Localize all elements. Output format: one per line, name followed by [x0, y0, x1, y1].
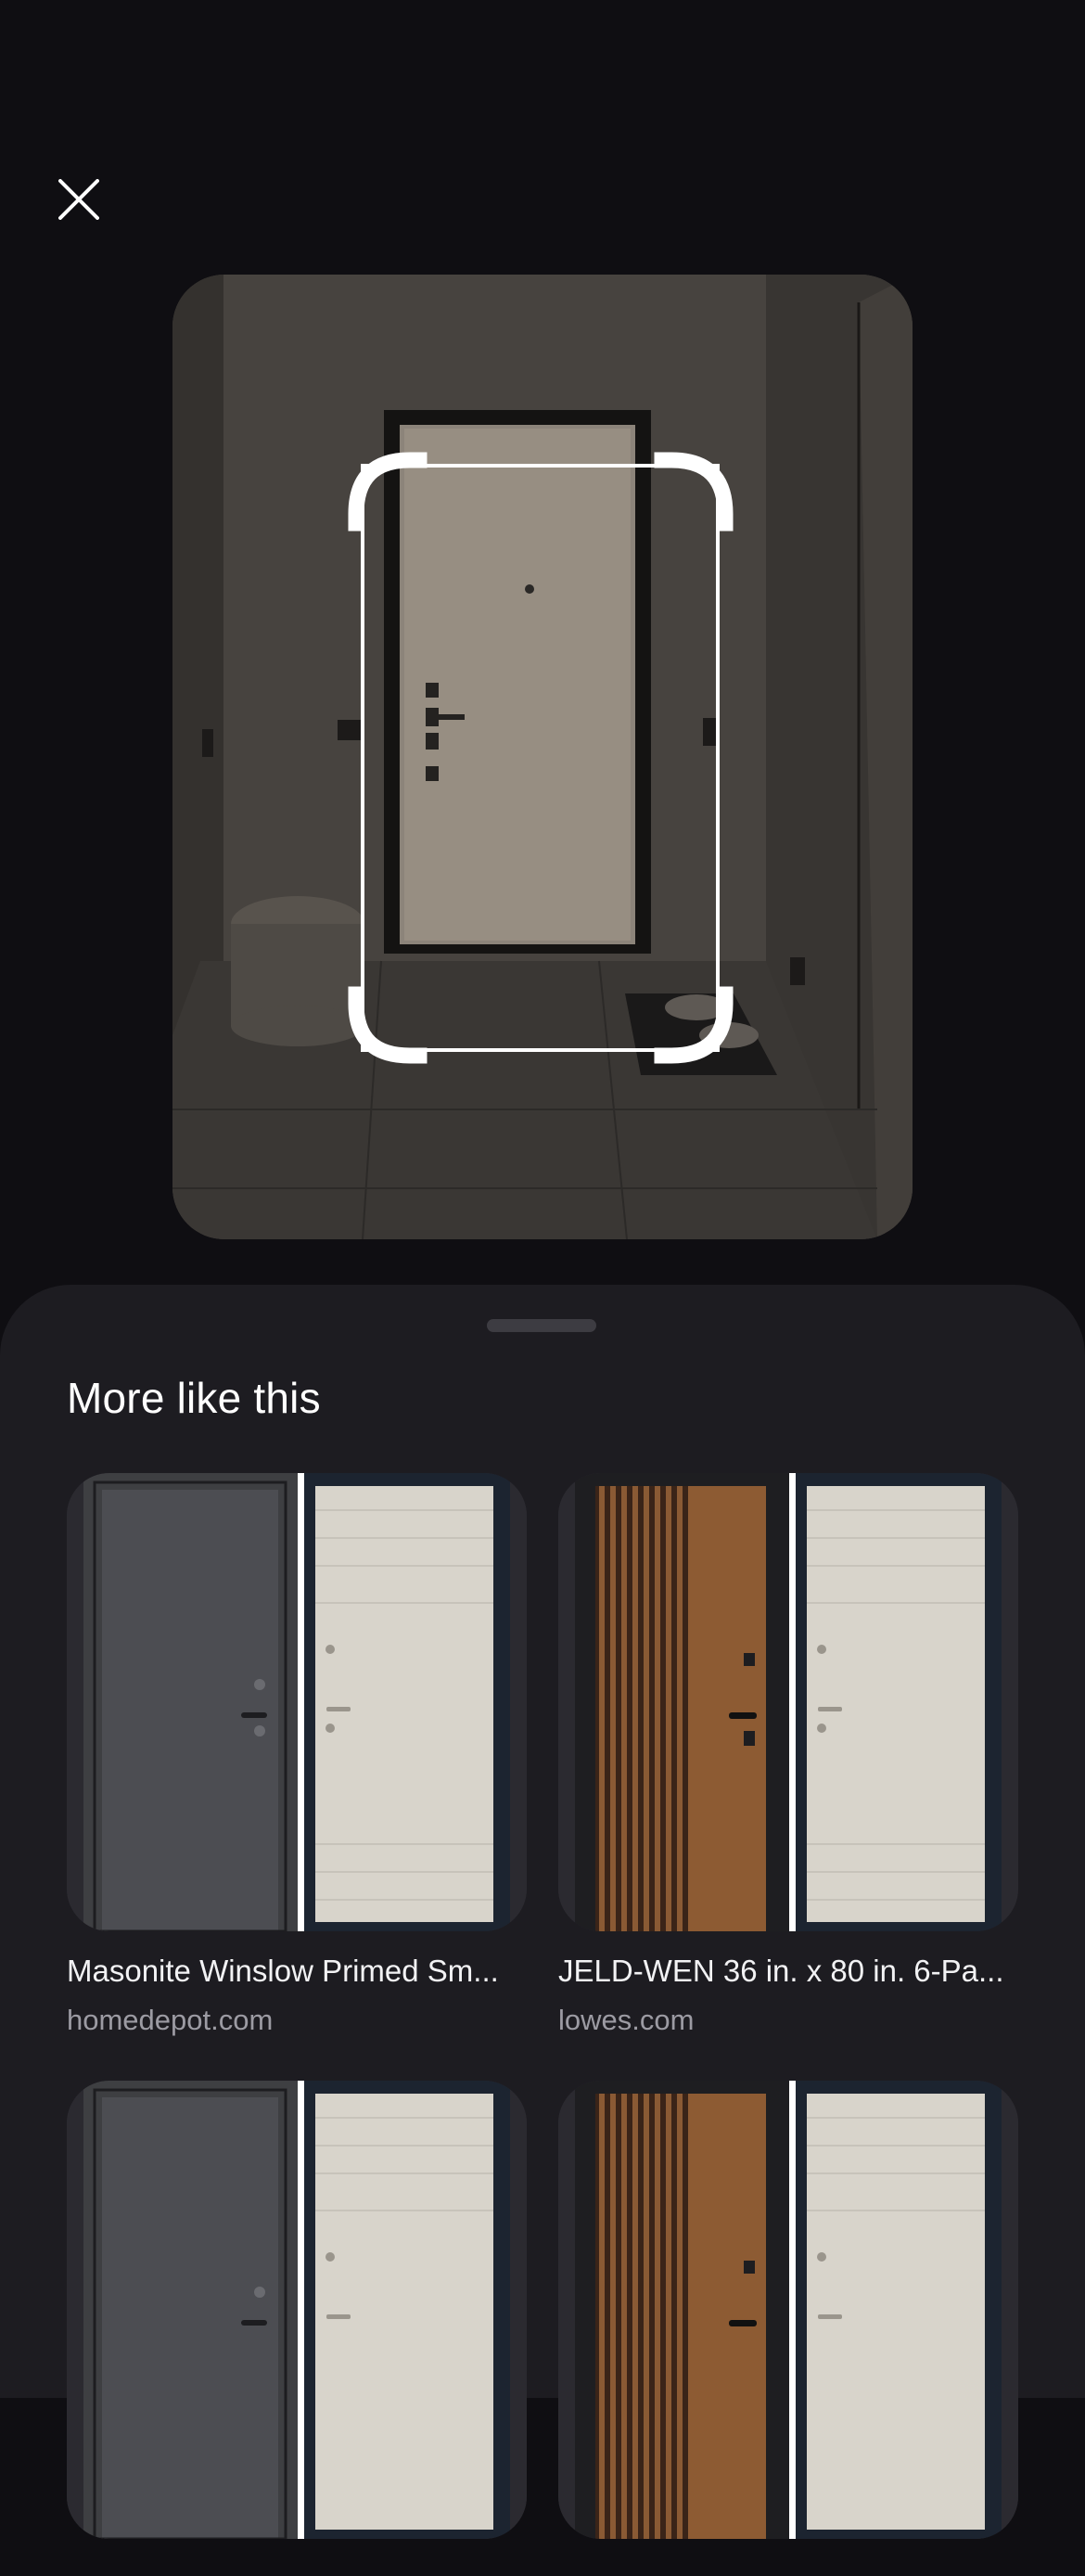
result-card-3[interactable]: [67, 2081, 527, 2576]
result-card-2[interactable]: JELD-WEN 36 in. x 80 in. 6-Pa... lowes.c…: [558, 1473, 1018, 2037]
close-button[interactable]: [46, 167, 111, 232]
close-icon: [58, 179, 99, 220]
result-title-1[interactable]: Masonite Winslow Primed Sm...: [67, 1954, 527, 1989]
result-image-2[interactable]: [558, 1473, 1018, 1931]
sheet-title: More like this: [67, 1374, 321, 1422]
result-source-2: lowes.com: [558, 2004, 695, 2036]
result-title-2[interactable]: JELD-WEN 36 in. x 80 in. 6-Pa...: [558, 1954, 1018, 1989]
result-image-4[interactable]: [558, 2081, 1018, 2539]
sheet-drag-handle[interactable]: [487, 1319, 596, 1332]
query-photo[interactable]: [172, 275, 913, 1239]
wood-slat-door-pair-image: [558, 2081, 1018, 2539]
result-image-1[interactable]: [67, 1473, 527, 1931]
result-card-4[interactable]: [558, 2081, 1018, 2576]
results-sheet: More like this Masonite Winslow Primed S…: [0, 1285, 1085, 2539]
metal-door-pair-image: [67, 1473, 527, 1931]
hallway-photo-image: [172, 275, 913, 1239]
result-card-1[interactable]: Masonite Winslow Primed Sm... homedepot.…: [67, 1473, 527, 2037]
wood-slat-door-pair-image: [558, 1473, 1018, 1931]
result-image-3[interactable]: [67, 2081, 527, 2539]
metal-door-pair-image: [67, 2081, 527, 2539]
result-source-1: homedepot.com: [67, 2004, 274, 2036]
